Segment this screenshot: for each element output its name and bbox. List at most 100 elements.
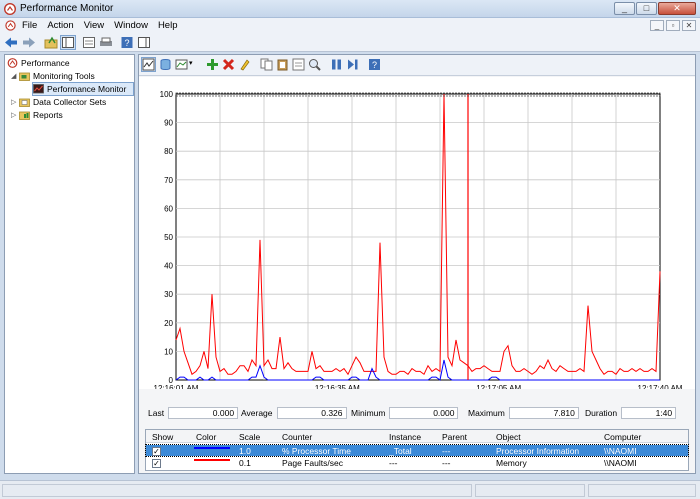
change-graph-type-icon[interactable] bbox=[175, 58, 188, 71]
paste-counter-list-icon[interactable] bbox=[276, 58, 289, 71]
update-data-icon[interactable] bbox=[346, 58, 359, 71]
menu-window[interactable]: Window bbox=[114, 20, 148, 31]
tree-item-performance-monitor[interactable]: Performance Monitor bbox=[32, 82, 134, 96]
monitoring-tools-folder-icon bbox=[19, 72, 30, 81]
performance-icon bbox=[7, 58, 18, 68]
tree-item-monitoring-tools[interactable]: ◢ Monitoring Tools bbox=[11, 70, 95, 82]
svg-text:?: ? bbox=[124, 38, 129, 48]
show-hide-action-pane-icon[interactable] bbox=[137, 36, 151, 49]
close-button[interactable]: ✕ bbox=[658, 2, 696, 15]
minimize-button[interactable]: _ bbox=[614, 2, 635, 15]
tree-item-data-collector-sets[interactable]: ▷ Data Collector Sets bbox=[11, 96, 106, 108]
maximize-button[interactable]: □ bbox=[636, 2, 657, 15]
line-graph[interactable]: 0 10 20 30 40 50 60 70 80 90 100 12:16:01 AM 12:16:3… bbox=[139, 77, 695, 389]
window-title: Performance Monitor bbox=[20, 3, 114, 14]
status-segment bbox=[475, 484, 585, 497]
child-restore-button[interactable]: ▫ bbox=[666, 20, 680, 31]
show-checkbox[interactable]: ✓ bbox=[152, 459, 161, 468]
performance-monitor-icon bbox=[33, 84, 44, 94]
parent-cell: --- bbox=[442, 458, 451, 468]
tree-label: Performance Monitor bbox=[47, 84, 127, 94]
stat-duration: Duration 1:40 bbox=[585, 407, 677, 419]
graph-help-icon[interactable]: ? bbox=[368, 58, 381, 71]
col-instance[interactable]: Instance bbox=[389, 432, 421, 442]
view-log-data-icon[interactable] bbox=[159, 58, 172, 71]
child-close-button[interactable]: ✕ bbox=[682, 20, 696, 31]
tree-item-reports[interactable]: ▷ Reports bbox=[11, 109, 63, 121]
y-tick-label: 90 bbox=[164, 119, 173, 128]
legend-row[interactable]: ✓ 1.0 % Processor Time _Total --- Proces… bbox=[145, 444, 689, 457]
print-icon[interactable] bbox=[99, 36, 113, 49]
col-show[interactable]: Show bbox=[152, 432, 173, 442]
menu-action[interactable]: Action bbox=[47, 20, 73, 31]
x-tick-label: 12:16:01 AM bbox=[154, 384, 199, 389]
x-tick-label: 12:17:05 AM bbox=[476, 384, 521, 389]
instance-cell: --- bbox=[389, 458, 398, 468]
freeze-display-icon[interactable] bbox=[330, 58, 343, 71]
show-hide-console-tree-icon[interactable] bbox=[60, 35, 76, 50]
collapsed-arrow-icon[interactable]: ▷ bbox=[11, 111, 19, 119]
properties-icon[interactable] bbox=[82, 36, 96, 49]
help-icon[interactable]: ? bbox=[120, 36, 134, 49]
title-bar: Performance Monitor _ □ ✕ bbox=[0, 0, 700, 18]
col-color[interactable]: Color bbox=[196, 432, 216, 442]
menu-file[interactable]: File bbox=[22, 20, 37, 31]
stat-last: Last 0.000 bbox=[148, 407, 239, 419]
scale-cell: 1.0 bbox=[239, 446, 251, 456]
duration-label: Duration bbox=[585, 408, 618, 418]
graph-type-dropdown-icon[interactable]: ▾ bbox=[189, 59, 193, 67]
legend-row[interactable]: ✓ 0.1 Page Faults/sec --- --- Memory \\N… bbox=[146, 457, 688, 468]
value-bar: Last 0.000 Average 0.326 Minimum 0.000 M… bbox=[139, 407, 695, 421]
average-label: Average bbox=[241, 408, 273, 418]
col-counter[interactable]: Counter bbox=[282, 432, 312, 442]
forward-arrow-icon[interactable] bbox=[22, 36, 36, 49]
menu-view[interactable]: View bbox=[84, 20, 104, 31]
computer-cell: \\NAOMI bbox=[604, 446, 637, 456]
show-checkbox[interactable]: ✓ bbox=[152, 447, 161, 456]
scale-cell: 0.1 bbox=[239, 458, 251, 468]
y-tick-label: 60 bbox=[164, 204, 173, 213]
last-value: 0.000 bbox=[168, 407, 239, 419]
graph-properties-icon[interactable] bbox=[292, 58, 305, 71]
child-minimize-button[interactable]: _ bbox=[650, 20, 664, 31]
copy-properties-icon[interactable] bbox=[260, 58, 273, 71]
expanded-arrow-icon[interactable]: ◢ bbox=[11, 72, 19, 80]
zoom-icon[interactable] bbox=[308, 58, 321, 71]
y-tick-label: 30 bbox=[164, 290, 173, 299]
menu-help[interactable]: Help bbox=[158, 20, 178, 31]
maximum-value: 7.810 bbox=[508, 407, 579, 419]
up-folder-icon[interactable] bbox=[44, 36, 58, 49]
add-counter-icon[interactable] bbox=[206, 58, 219, 71]
status-segment bbox=[2, 484, 472, 497]
color-swatch bbox=[194, 447, 230, 449]
instance-cell: _Total bbox=[389, 446, 412, 456]
counter-cell: Page Faults/sec bbox=[282, 458, 343, 468]
status-segment bbox=[588, 484, 696, 497]
col-object[interactable]: Object bbox=[496, 432, 521, 442]
stat-average: Average 0.326 bbox=[241, 407, 347, 419]
svg-text:?: ? bbox=[372, 60, 377, 70]
performance-app-icon bbox=[4, 3, 16, 15]
y-tick-label: 50 bbox=[164, 233, 173, 242]
y-tick-label: 70 bbox=[164, 176, 173, 185]
col-parent[interactable]: Parent bbox=[442, 432, 467, 442]
collapsed-arrow-icon[interactable]: ▷ bbox=[11, 98, 19, 106]
y-tick-label: 40 bbox=[164, 262, 173, 271]
y-tick-label: 20 bbox=[164, 319, 173, 328]
delete-counter-icon[interactable] bbox=[222, 58, 235, 71]
maximum-label: Maximum bbox=[468, 408, 505, 418]
view-current-activity-icon[interactable] bbox=[141, 57, 156, 72]
tree-label: Data Collector Sets bbox=[33, 97, 107, 107]
back-arrow-icon[interactable] bbox=[4, 36, 18, 49]
highlight-icon[interactable] bbox=[238, 58, 251, 71]
tree-item-performance[interactable]: Performance bbox=[7, 57, 70, 69]
minimum-label: Minimum bbox=[351, 408, 386, 418]
computer-cell: \\NAOMI bbox=[604, 458, 637, 468]
status-bar bbox=[0, 480, 700, 499]
col-scale[interactable]: Scale bbox=[239, 432, 260, 442]
performance-monitor-pane: ▾ ? 0 10 20 30 40 50 60 70 80 90 100 12:16:01 AM 12:… bbox=[138, 54, 696, 474]
object-cell: Memory bbox=[496, 458, 527, 468]
x-tick-label: 12:17:40 AM bbox=[638, 384, 683, 389]
col-computer[interactable]: Computer bbox=[604, 432, 641, 442]
system-menu-icon[interactable] bbox=[5, 20, 16, 31]
